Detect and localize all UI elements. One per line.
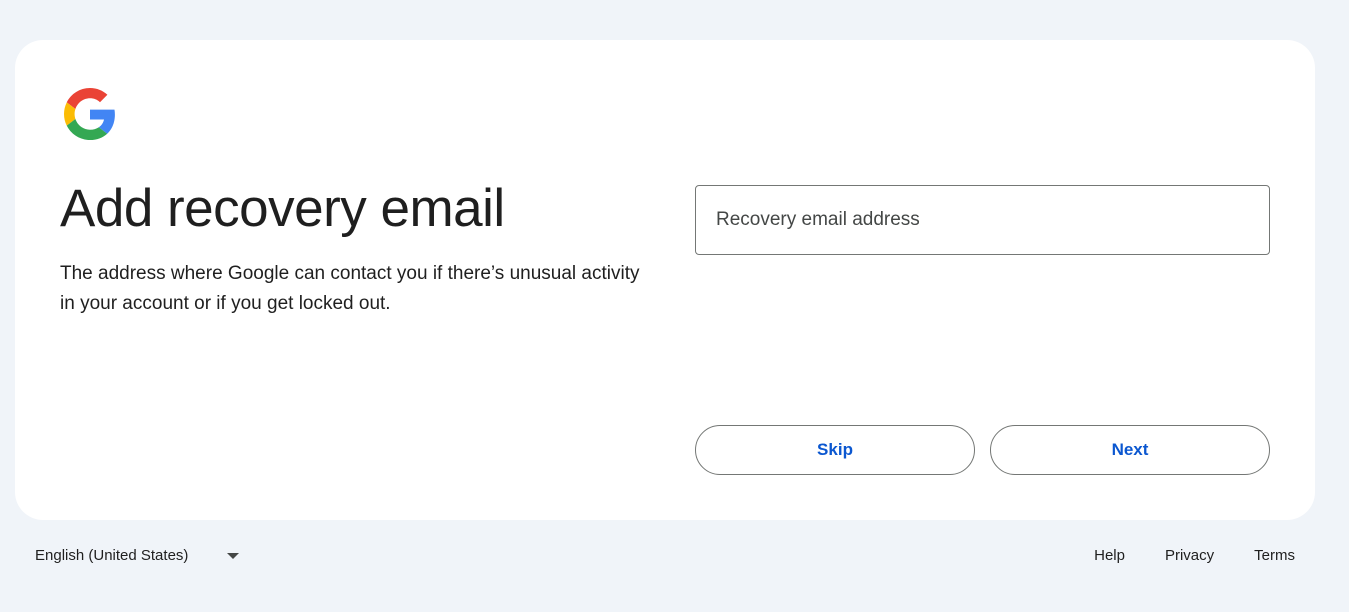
help-link[interactable]: Help bbox=[1094, 547, 1125, 564]
privacy-link[interactable]: Privacy bbox=[1165, 547, 1214, 564]
page: Add recovery email The address where Goo… bbox=[0, 0, 1349, 612]
google-logo-icon bbox=[64, 88, 116, 140]
language-label: English (United States) bbox=[35, 547, 189, 564]
page-description: The address where Google can contact you… bbox=[60, 263, 640, 314]
main-card: Add recovery email The address where Goo… bbox=[15, 40, 1315, 520]
skip-button[interactable]: Skip bbox=[695, 425, 975, 475]
next-button[interactable]: Next bbox=[990, 425, 1270, 475]
language-selector[interactable]: English (United States) bbox=[35, 547, 240, 564]
page-title: Add recovery email bbox=[60, 179, 505, 238]
footer-links: Help Privacy Terms bbox=[1094, 547, 1295, 564]
recovery-email-field[interactable] bbox=[695, 185, 1270, 255]
recovery-email-input[interactable] bbox=[696, 186, 1269, 254]
terms-link[interactable]: Terms bbox=[1254, 547, 1295, 564]
caret-down-icon bbox=[227, 552, 240, 559]
